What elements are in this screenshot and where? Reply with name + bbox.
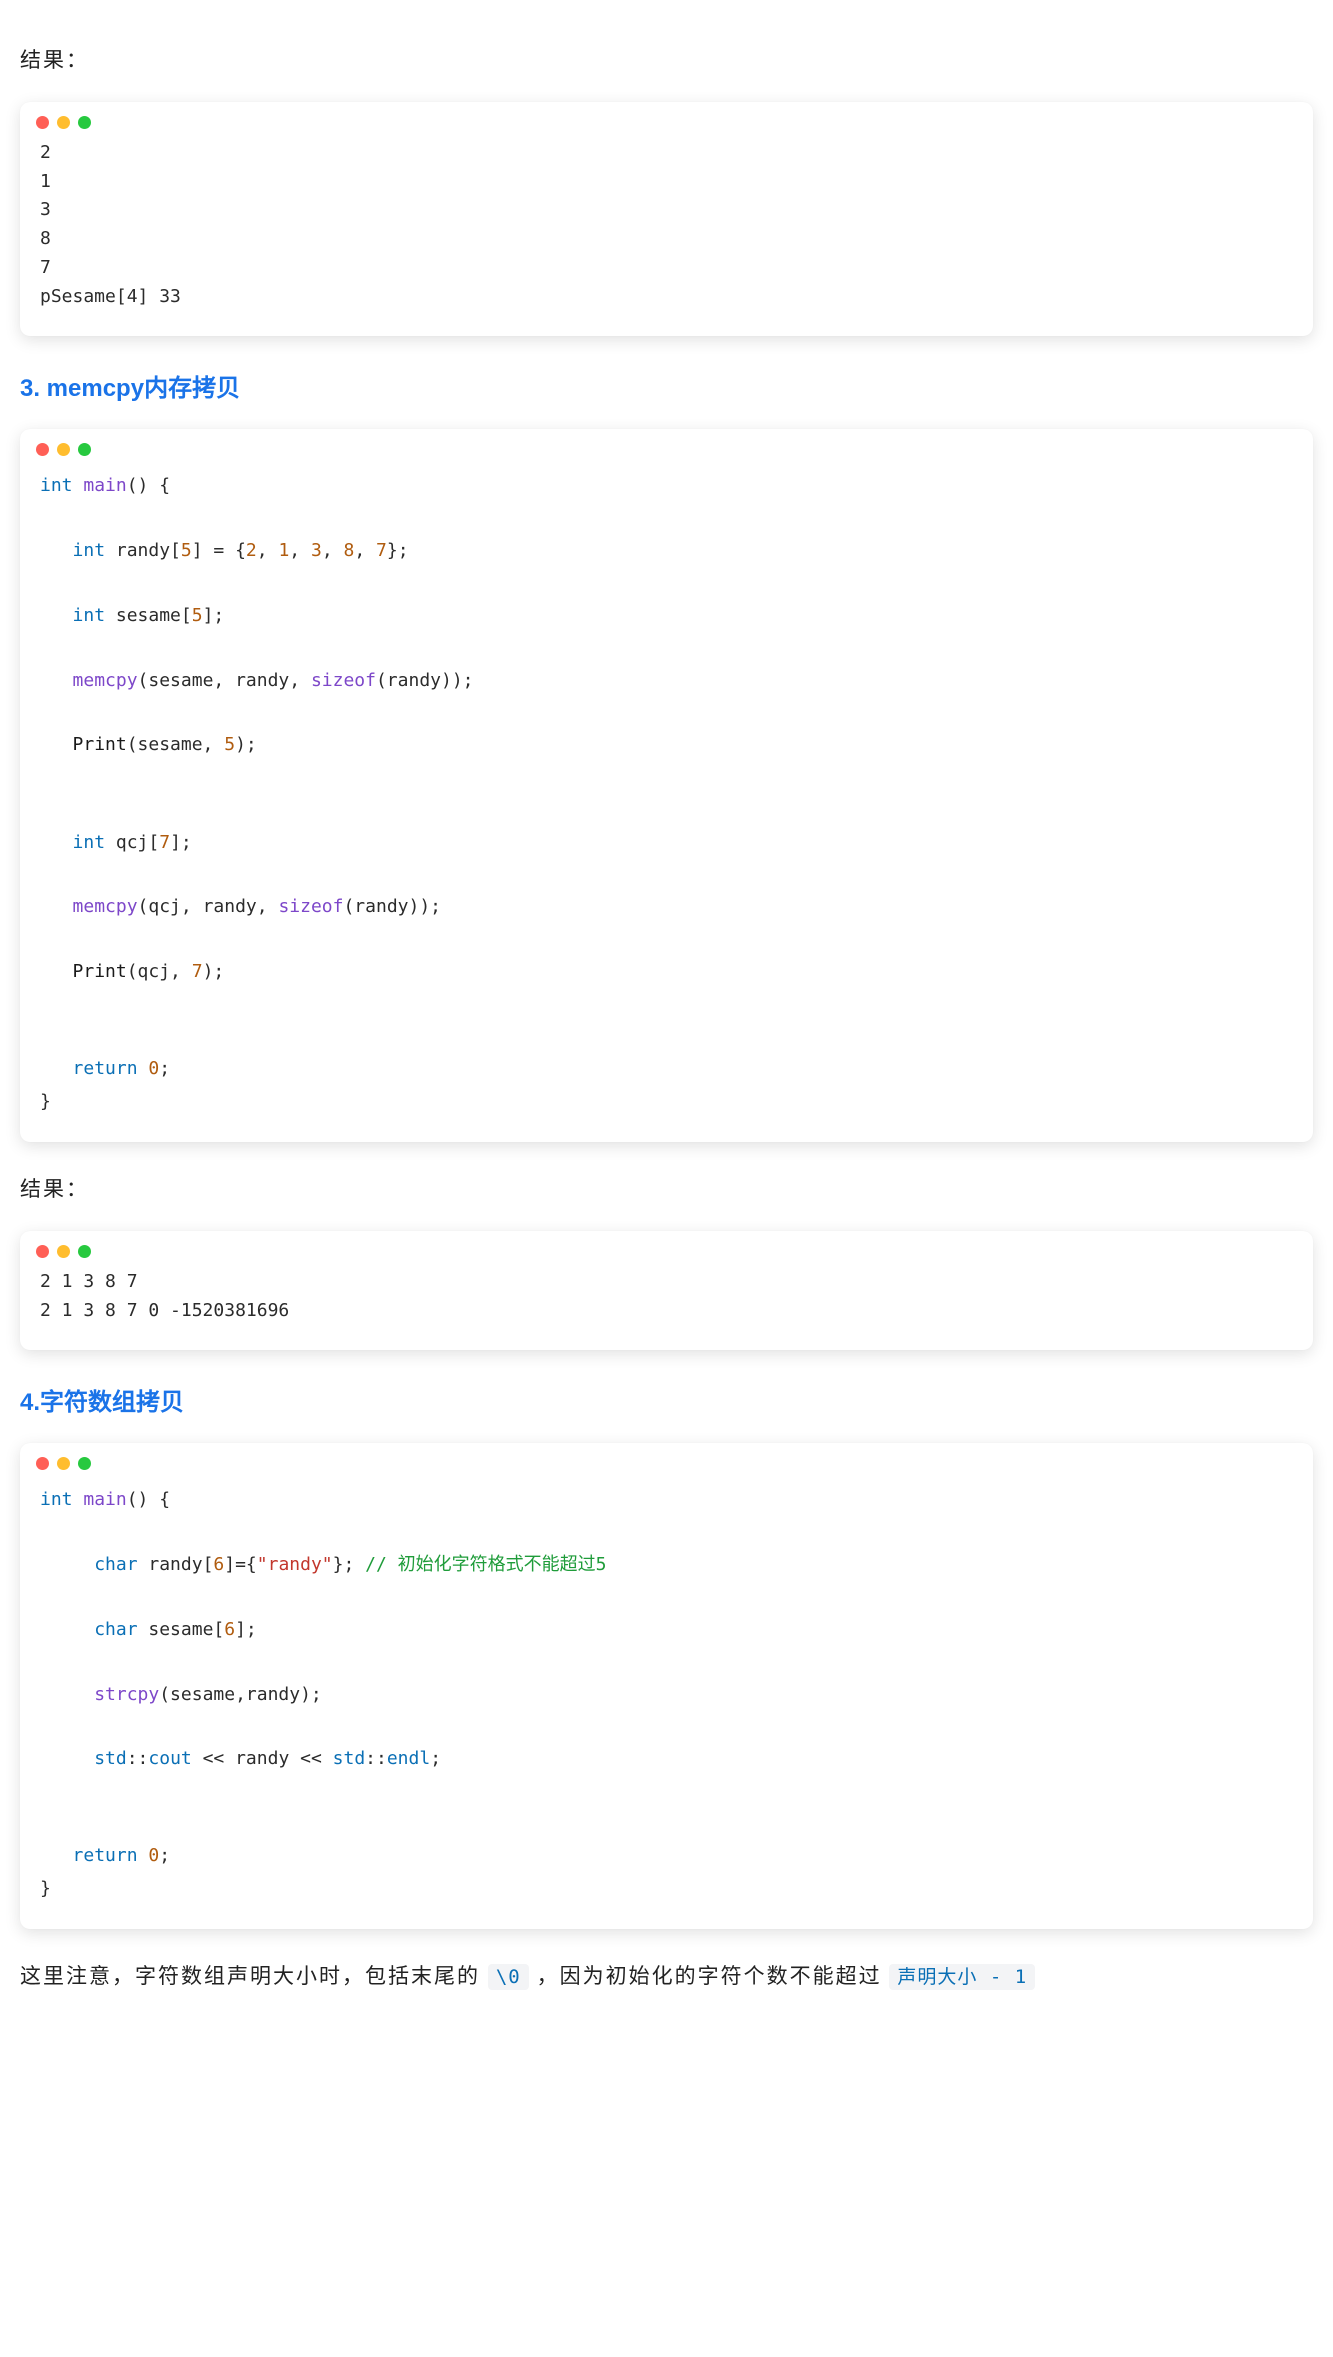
article: 结果： 2 1 3 8 7 pSesame[4] 33 3. memcpy内存拷… bbox=[0, 0, 1333, 2038]
minimize-icon bbox=[57, 443, 70, 456]
window-controls bbox=[20, 1443, 1313, 1480]
minimize-icon bbox=[57, 1245, 70, 1258]
minimize-icon bbox=[57, 116, 70, 129]
code-text: int main() { int randy[5] = {2, 1, 3, 8,… bbox=[20, 466, 1313, 1128]
maximize-icon bbox=[78, 116, 91, 129]
maximize-icon bbox=[78, 1457, 91, 1470]
output-block-2: 2 1 3 8 7 2 1 3 8 7 0 -1520381696 bbox=[20, 1231, 1313, 1350]
window-controls bbox=[20, 1231, 1313, 1268]
note-mid: ，因为初始化的字符个数不能超过 bbox=[537, 1965, 890, 1988]
maximize-icon bbox=[78, 443, 91, 456]
note-paragraph: 这里注意，字符数组声明大小时，包括末尾的 \0 ，因为初始化的字符个数不能超过 … bbox=[20, 1957, 1313, 1997]
output-block-1: 2 1 3 8 7 pSesame[4] 33 bbox=[20, 102, 1313, 336]
code-text: int main() { char randy[6]={"randy"}; //… bbox=[20, 1480, 1313, 1915]
code-block-strcpy: int main() { char randy[6]={"randy"}; //… bbox=[20, 1443, 1313, 1929]
close-icon bbox=[36, 116, 49, 129]
code-block-memcpy: int main() { int randy[5] = {2, 1, 3, 8,… bbox=[20, 429, 1313, 1142]
output-text: 2 1 3 8 7 pSesame[4] 33 bbox=[20, 139, 1313, 322]
output-text: 2 1 3 8 7 2 1 3 8 7 0 -1520381696 bbox=[20, 1268, 1313, 1336]
maximize-icon bbox=[78, 1245, 91, 1258]
result-label: 结果： bbox=[20, 41, 1313, 81]
result-label: 结果： bbox=[20, 1170, 1313, 1210]
window-controls bbox=[20, 102, 1313, 139]
inline-code-null: \0 bbox=[488, 1964, 529, 1990]
note-prefix: 这里注意，字符数组声明大小时，包括末尾的 bbox=[20, 1965, 488, 1988]
heading-3: 3. memcpy内存拷贝 bbox=[20, 366, 1313, 412]
close-icon bbox=[36, 1457, 49, 1470]
close-icon bbox=[36, 443, 49, 456]
inline-code-size: 声明大小 - 1 bbox=[889, 1964, 1035, 1990]
minimize-icon bbox=[57, 1457, 70, 1470]
heading-4: 4.字符数组拷贝 bbox=[20, 1380, 1313, 1426]
window-controls bbox=[20, 429, 1313, 466]
close-icon bbox=[36, 1245, 49, 1258]
